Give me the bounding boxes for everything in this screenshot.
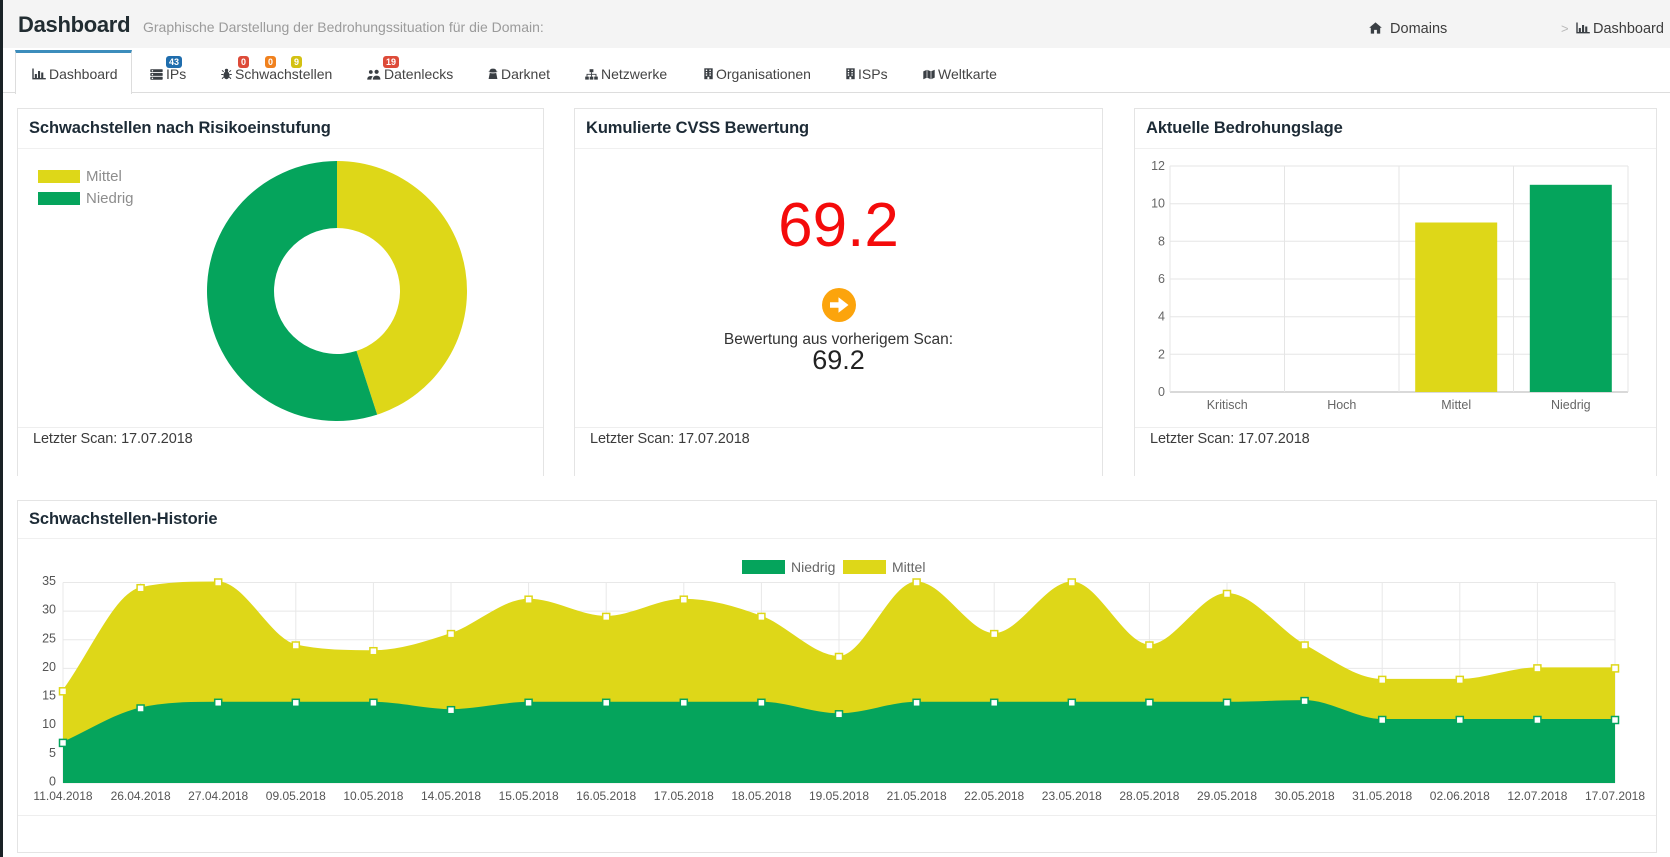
svg-text:0: 0 [49, 775, 56, 789]
svg-text:2: 2 [1158, 347, 1165, 361]
svg-text:12: 12 [1151, 159, 1165, 173]
svg-text:35: 35 [42, 574, 56, 588]
svg-text:10.05.2018: 10.05.2018 [343, 789, 403, 803]
svg-text:28.05.2018: 28.05.2018 [1119, 789, 1179, 803]
svg-text:09.05.2018: 09.05.2018 [266, 789, 326, 803]
svg-text:29.05.2018: 29.05.2018 [1197, 789, 1257, 803]
svg-text:22.05.2018: 22.05.2018 [964, 789, 1024, 803]
svg-text:Mittel: Mittel [1441, 398, 1471, 412]
svg-text:Kritisch: Kritisch [1207, 398, 1248, 412]
svg-text:10: 10 [42, 717, 56, 731]
svg-text:27.04.2018: 27.04.2018 [188, 789, 248, 803]
svg-text:Niedrig: Niedrig [1551, 398, 1591, 412]
svg-text:23.05.2018: 23.05.2018 [1042, 789, 1102, 803]
svg-text:10: 10 [1151, 197, 1165, 211]
svg-text:26.04.2018: 26.04.2018 [111, 789, 171, 803]
svg-text:15: 15 [42, 689, 56, 703]
svg-text:15.05.2018: 15.05.2018 [499, 789, 559, 803]
svg-text:31.05.2018: 31.05.2018 [1352, 789, 1412, 803]
svg-text:02.06.2018: 02.06.2018 [1430, 789, 1490, 803]
svg-text:6: 6 [1158, 272, 1165, 286]
svg-text:30.05.2018: 30.05.2018 [1275, 789, 1335, 803]
svg-text:20: 20 [42, 660, 56, 674]
svg-text:11.04.2018: 11.04.2018 [33, 789, 92, 803]
svg-text:30: 30 [42, 603, 56, 617]
svg-text:5: 5 [49, 746, 56, 760]
svg-text:8: 8 [1158, 234, 1165, 248]
svg-text:17.05.2018: 17.05.2018 [654, 789, 714, 803]
svg-text:14.05.2018: 14.05.2018 [421, 789, 481, 803]
svg-text:12.07.2018: 12.07.2018 [1507, 789, 1567, 803]
svg-text:0: 0 [1158, 385, 1165, 399]
svg-text:19.05.2018: 19.05.2018 [809, 789, 869, 803]
svg-text:Hoch: Hoch [1327, 398, 1356, 412]
svg-text:25: 25 [42, 631, 56, 645]
svg-text:21.05.2018: 21.05.2018 [887, 789, 947, 803]
svg-text:16.05.2018: 16.05.2018 [576, 789, 636, 803]
svg-text:4: 4 [1158, 310, 1165, 324]
svg-text:18.05.2018: 18.05.2018 [731, 789, 791, 803]
svg-text:17.07.2018: 17.07.2018 [1585, 789, 1645, 803]
